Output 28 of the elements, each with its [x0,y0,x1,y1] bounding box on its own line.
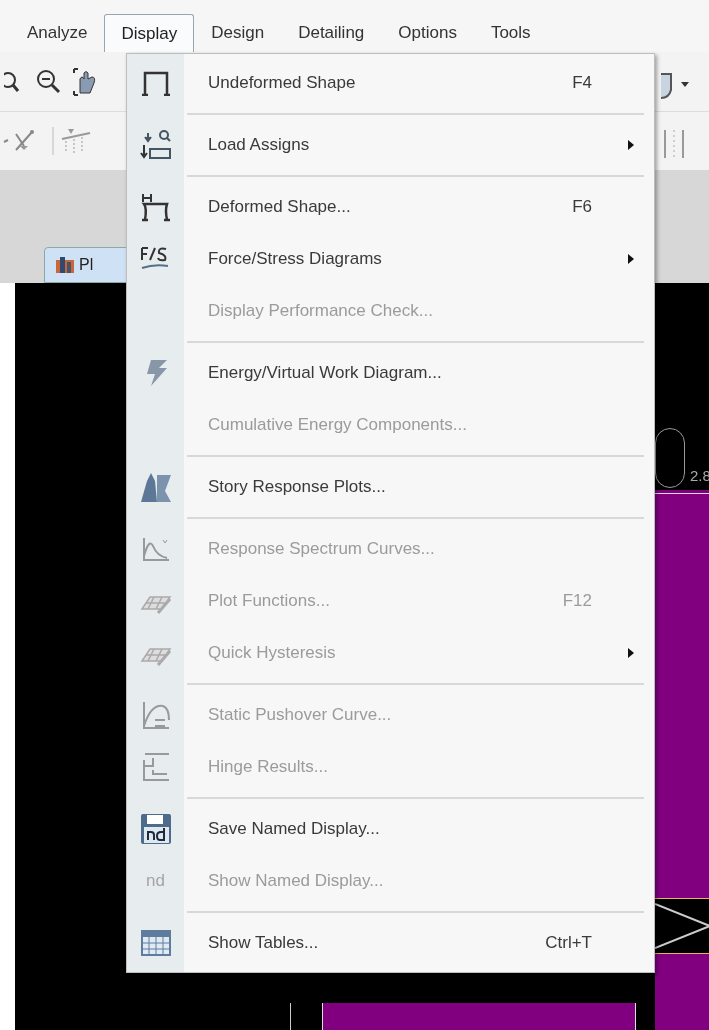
menu-item[interactable]: Show Tables... Ctrl+T [127,917,654,969]
pushover-curve-icon [140,700,171,730]
load-arrows-icon [139,129,172,161]
menu-item[interactable]: Story Response Plots... [127,461,654,513]
menu-bar-item[interactable]: Display [104,14,195,52]
spectrum-curve-icon [140,536,171,562]
menu-bar-item[interactable]: Detailing [281,14,382,52]
menu-bar-item[interactable]: Design [194,14,282,52]
menu-item[interactable]: Undeformed Shape F4 [127,57,654,109]
tab-label: Pl [79,255,94,275]
deformed-frame-icon [140,192,171,222]
frame-icon [140,70,171,96]
menu-bar-item[interactable]: Tools [473,14,548,52]
menu-item[interactable]: Deformed Shape... F6 [127,181,654,233]
spring-support-icon[interactable] [52,125,92,157]
tower-chart-icon [138,471,173,503]
zoom-out-icon[interactable] [36,68,62,95]
dropdown-arrow-icon[interactable] [681,82,689,88]
plan-view-icon [55,256,75,274]
menu-item[interactable]: Load Assigns [127,119,654,171]
menu-bar-item[interactable]: Options [381,14,474,52]
icon-label: nd [146,870,165,893]
pan-hand-icon[interactable] [72,66,98,97]
menu-item[interactable]: Energy/Virtual Work Diagram... [127,347,654,399]
menu-item[interactable]: Save Named Display... [127,803,654,855]
table-icon [140,930,171,956]
hinge-curve-icon [140,752,171,782]
menu-bar-item[interactable]: Analyze [10,14,105,52]
